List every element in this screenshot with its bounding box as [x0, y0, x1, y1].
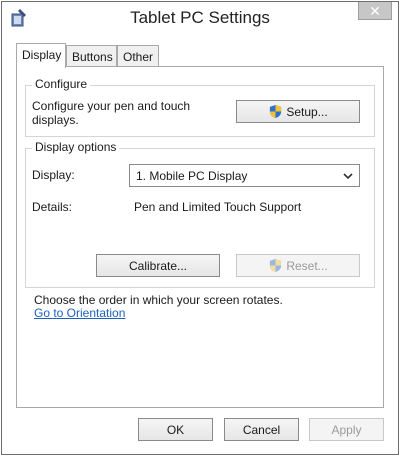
title-bar: Tablet PC Settings ✕	[2, 2, 398, 36]
tab-buttons[interactable]: Buttons	[66, 45, 117, 67]
uac-shield-icon	[270, 258, 282, 273]
configure-group-label: Configure	[32, 77, 91, 91]
tab-other[interactable]: Other	[117, 45, 159, 67]
reset-button-label: Reset...	[286, 258, 328, 273]
ok-button[interactable]: OK	[138, 418, 213, 441]
details-label: Details:	[32, 200, 73, 214]
calibrate-button[interactable]: Calibrate...	[96, 254, 220, 277]
calibrate-button-label: Calibrate...	[128, 258, 188, 273]
display-tab-panel: Configure Configure your pen and touch d…	[16, 66, 384, 408]
window-title: Tablet PC Settings	[130, 8, 270, 27]
chevron-down-icon	[343, 173, 353, 180]
display-label: Display:	[32, 168, 75, 182]
close-icon: ✕	[369, 2, 381, 19]
configure-description-line1: Configure your pen and touch	[32, 99, 191, 113]
tablet-pc-settings-dialog: Tablet PC Settings ✕ Display Buttons Oth…	[1, 1, 399, 455]
display-selected-value: 1. Mobile PC Display	[136, 168, 248, 183]
setup-button-label: Setup...	[286, 104, 328, 119]
details-value: Pen and Limited Touch Support	[134, 200, 302, 214]
orientation-description: Choose the order in which your screen ro…	[34, 293, 283, 307]
configure-description-line2: displays.	[32, 113, 79, 127]
apply-button[interactable]: Apply	[309, 418, 384, 441]
reset-button[interactable]: Reset...	[236, 254, 360, 277]
configure-group: Configure Configure your pen and touch d…	[25, 77, 375, 137]
cancel-button[interactable]: Cancel	[224, 418, 299, 441]
uac-shield-icon	[270, 104, 282, 119]
display-options-group: Display options Display: 1. Mobile PC Di…	[25, 140, 375, 288]
go-to-orientation-link[interactable]: Go to Orientation	[34, 306, 125, 320]
ok-button-label: OK	[166, 422, 185, 437]
tab-display[interactable]: Display	[16, 43, 66, 68]
cancel-button-label: Cancel	[242, 422, 281, 437]
setup-button[interactable]: Setup...	[236, 100, 360, 123]
display-select[interactable]: 1. Mobile PC Display	[129, 164, 360, 187]
close-button[interactable]: ✕	[358, 2, 392, 20]
display-options-group-label: Display options	[32, 140, 120, 154]
apply-button-label: Apply	[331, 422, 362, 437]
